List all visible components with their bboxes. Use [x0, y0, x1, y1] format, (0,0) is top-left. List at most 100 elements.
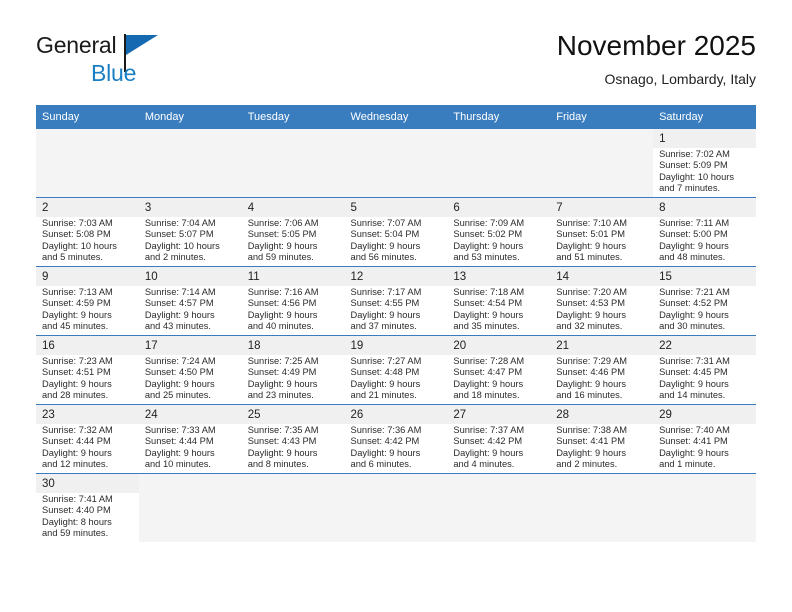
sunrise-time: Sunrise: 7:23 AM: [42, 356, 113, 366]
calendar-day-cell[interactable]: 7 Sunrise: 7:10 AM Sunset: 5:01 PM Daylight…: [550, 197, 654, 267]
calendar-empty-cell: [447, 473, 551, 542]
day-cell-inner: [550, 474, 654, 542]
calendar-week-row: 16 Sunrise: 7:23 AM Sunset: 4:51 PM Dayligh…: [36, 335, 756, 405]
logo-text-blue: Blue: [91, 60, 137, 86]
calendar-empty-cell: [447, 128, 551, 198]
day-cell-inner: [138, 129, 242, 197]
sunset-time: Sunset: 4:44 PM: [144, 436, 214, 447]
daylight-duration-line1: Daylight: 10 hours: [42, 240, 117, 251]
daylight-duration-line1: Daylight: 9 hours: [453, 240, 524, 251]
sunrise-time: Sunrise: 7:37 AM: [453, 425, 525, 435]
day-cell-inner: 9 Sunrise: 7:13 AM Sunset: 4:59 PM Daylight…: [36, 267, 139, 335]
calendar-empty-cell: [550, 473, 654, 542]
day-cell-inner: 16 Sunrise: 7:23 AM Sunset: 4:51 PM Dayligh…: [36, 336, 139, 404]
daylight-duration-line2: and 56 minutes.: [350, 252, 417, 263]
page-subtitle: Osnago, Lombardy, Italy: [604, 71, 756, 87]
day-details: Sunrise: 7:09 AM Sunset: 5:02 PM Daylight:…: [447, 217, 550, 264]
calendar-day-cell[interactable]: 29 Sunrise: 7:40 AM Sunset: 4:41 PM Dayligh…: [653, 404, 756, 474]
sunrise-time: Sunrise: 7:03 AM: [42, 218, 113, 228]
sunrise-time: Sunrise: 7:21 AM: [659, 287, 730, 297]
day-cell-inner: 29 Sunrise: 7:40 AM Sunset: 4:41 PM Dayligh…: [653, 405, 756, 473]
day-details: Sunrise: 7:21 AM Sunset: 4:52 PM Daylight:…: [653, 286, 756, 333]
calendar-day-cell[interactable]: 22 Sunrise: 7:31 AM Sunset: 4:45 PM Dayligh…: [653, 335, 756, 405]
day-details: Sunrise: 7:37 AM Sunset: 4:42 PM Daylight:…: [447, 424, 550, 471]
calendar-day-cell[interactable]: 30 Sunrise: 7:41 AM Sunset: 4:40 PM Dayligh…: [36, 473, 139, 542]
sunset-time: Sunset: 5:08 PM: [42, 229, 111, 240]
calendar-day-cell[interactable]: 13 Sunrise: 7:18 AM Sunset: 4:54 PM Dayligh…: [447, 266, 551, 336]
calendar-table: Sunday Monday Tuesday Wednesday Thursday…: [36, 105, 756, 542]
sunset-time: Sunset: 5:07 PM: [144, 229, 214, 240]
daylight-duration-line2: and 12 minutes.: [42, 459, 109, 470]
daylight-duration-line1: Daylight: 9 hours: [556, 309, 626, 320]
sunset-time: Sunset: 4:48 PM: [350, 367, 420, 378]
calendar-day-cell[interactable]: 2 Sunrise: 7:03 AM Sunset: 5:08 PM Daylight…: [36, 197, 139, 267]
daylight-duration-line1: Daylight: 9 hours: [144, 378, 215, 389]
day-details: Sunrise: 7:29 AM Sunset: 4:46 PM Daylight:…: [550, 355, 653, 402]
calendar-day-cell[interactable]: 14 Sunrise: 7:20 AM Sunset: 4:53 PM Dayligh…: [550, 266, 654, 336]
calendar-day-cell[interactable]: 16 Sunrise: 7:23 AM Sunset: 4:51 PM Dayligh…: [36, 335, 139, 405]
calendar-day-cell[interactable]: 19 Sunrise: 7:27 AM Sunset: 4:48 PM Dayligh…: [344, 335, 448, 405]
sunrise-time: Sunrise: 7:25 AM: [247, 356, 319, 366]
calendar-day-cell[interactable]: 24 Sunrise: 7:33 AM Sunset: 4:44 PM Dayligh…: [138, 404, 242, 474]
sunrise-time: Sunrise: 7:10 AM: [556, 218, 628, 228]
weekday-header-sunday: Sunday: [36, 105, 139, 129]
day-details: Sunrise: 7:20 AM Sunset: 4:53 PM Daylight:…: [550, 286, 653, 333]
daylight-duration-line2: and 40 minutes.: [247, 321, 314, 332]
day-details: Sunrise: 7:41 AM Sunset: 4:40 PM Daylight:…: [36, 493, 139, 540]
calendar-day-cell[interactable]: 5 Sunrise: 7:07 AM Sunset: 5:04 PM Daylight…: [344, 197, 448, 267]
calendar-day-cell[interactable]: 12 Sunrise: 7:17 AM Sunset: 4:55 PM Dayligh…: [344, 266, 448, 336]
calendar-day-cell[interactable]: 11 Sunrise: 7:16 AM Sunset: 4:56 PM Dayligh…: [241, 266, 345, 336]
calendar-day-cell[interactable]: 17 Sunrise: 7:24 AM Sunset: 4:50 PM Dayligh…: [138, 335, 242, 405]
calendar-day-cell[interactable]: 26 Sunrise: 7:36 AM Sunset: 4:42 PM Dayligh…: [344, 404, 448, 474]
calendar-week-row: 2 Sunrise: 7:03 AM Sunset: 5:08 PM Daylight…: [36, 197, 756, 267]
calendar-day-cell[interactable]: 28 Sunrise: 7:38 AM Sunset: 4:41 PM Dayligh…: [550, 404, 654, 474]
day-number: 20: [447, 336, 551, 355]
sunset-time: Sunset: 4:42 PM: [453, 436, 523, 447]
sunset-time: Sunset: 5:09 PM: [659, 160, 728, 171]
day-number: 29: [653, 405, 756, 424]
sunrise-time: Sunrise: 7:02 AM: [659, 149, 730, 159]
sunrise-time: Sunrise: 7:17 AM: [350, 287, 422, 297]
sunset-time: Sunset: 4:40 PM: [42, 505, 111, 516]
daylight-duration-line2: and 18 minutes.: [453, 390, 520, 401]
calendar-day-cell[interactable]: 8 Sunrise: 7:11 AM Sunset: 5:00 PM Daylight…: [653, 197, 756, 267]
sunrise-time: Sunrise: 7:24 AM: [144, 356, 216, 366]
calendar-day-cell[interactable]: 20 Sunrise: 7:28 AM Sunset: 4:47 PM Dayligh…: [447, 335, 551, 405]
calendar-day-cell[interactable]: 15 Sunrise: 7:21 AM Sunset: 4:52 PM Dayligh…: [653, 266, 756, 336]
calendar-day-cell[interactable]: 23 Sunrise: 7:32 AM Sunset: 4:44 PM Dayligh…: [36, 404, 139, 474]
calendar-day-cell[interactable]: 1 Sunrise: 7:02 AM Sunset: 5:09 PM Daylight…: [653, 128, 756, 198]
sunrise-time: Sunrise: 7:40 AM: [659, 425, 730, 435]
sunrise-time: Sunrise: 7:27 AM: [350, 356, 422, 366]
daylight-duration-line1: Daylight: 10 hours: [144, 240, 220, 251]
page-header: General Blue November 2025 Osnago, Lomba…: [36, 28, 756, 94]
day-number: 27: [447, 405, 551, 424]
calendar-day-cell[interactable]: 21 Sunrise: 7:29 AM Sunset: 4:46 PM Dayligh…: [550, 335, 654, 405]
calendar-day-cell[interactable]: 3 Sunrise: 7:04 AM Sunset: 5:07 PM Daylight…: [138, 197, 242, 267]
daylight-duration-line2: and 51 minutes.: [556, 252, 623, 263]
sunset-time: Sunset: 4:41 PM: [659, 436, 728, 447]
daylight-duration-line1: Daylight: 9 hours: [556, 447, 626, 458]
day-number: 15: [653, 267, 756, 286]
day-cell-inner: [344, 129, 448, 197]
title-block: November 2025 Osnago, Lombardy, Italy: [557, 28, 756, 90]
calendar-day-cell[interactable]: 18 Sunrise: 7:25 AM Sunset: 4:49 PM Dayligh…: [241, 335, 345, 405]
daylight-duration-line2: and 21 minutes.: [350, 390, 417, 401]
calendar-day-cell[interactable]: 10 Sunrise: 7:14 AM Sunset: 4:57 PM Dayligh…: [138, 266, 242, 336]
calendar-day-cell[interactable]: 27 Sunrise: 7:37 AM Sunset: 4:42 PM Dayligh…: [447, 404, 551, 474]
day-details: Sunrise: 7:25 AM Sunset: 4:49 PM Daylight:…: [242, 355, 345, 402]
daylight-duration-line2: and 45 minutes.: [42, 321, 109, 332]
calendar-day-cell[interactable]: 25 Sunrise: 7:35 AM Sunset: 4:43 PM Dayligh…: [241, 404, 345, 474]
day-details: Sunrise: 7:10 AM Sunset: 5:01 PM Daylight:…: [550, 217, 653, 264]
day-cell-inner: 3 Sunrise: 7:04 AM Sunset: 5:07 PM Daylight…: [138, 198, 242, 266]
calendar-day-cell[interactable]: 6 Sunrise: 7:09 AM Sunset: 5:02 PM Daylight…: [447, 197, 551, 267]
day-number: 3: [138, 198, 242, 217]
calendar-day-cell[interactable]: 9 Sunrise: 7:13 AM Sunset: 4:59 PM Daylight…: [36, 266, 139, 336]
day-number: 19: [344, 336, 448, 355]
sunset-time: Sunset: 4:50 PM: [144, 367, 214, 378]
sunrise-time: Sunrise: 7:16 AM: [247, 287, 319, 297]
sunrise-time: Sunrise: 7:33 AM: [144, 425, 216, 435]
daylight-duration-line1: Daylight: 9 hours: [350, 309, 421, 320]
sunset-time: Sunset: 4:53 PM: [556, 298, 625, 309]
day-number: 13: [447, 267, 551, 286]
calendar-day-cell[interactable]: 4 Sunrise: 7:06 AM Sunset: 5:05 PM Daylight…: [241, 197, 345, 267]
